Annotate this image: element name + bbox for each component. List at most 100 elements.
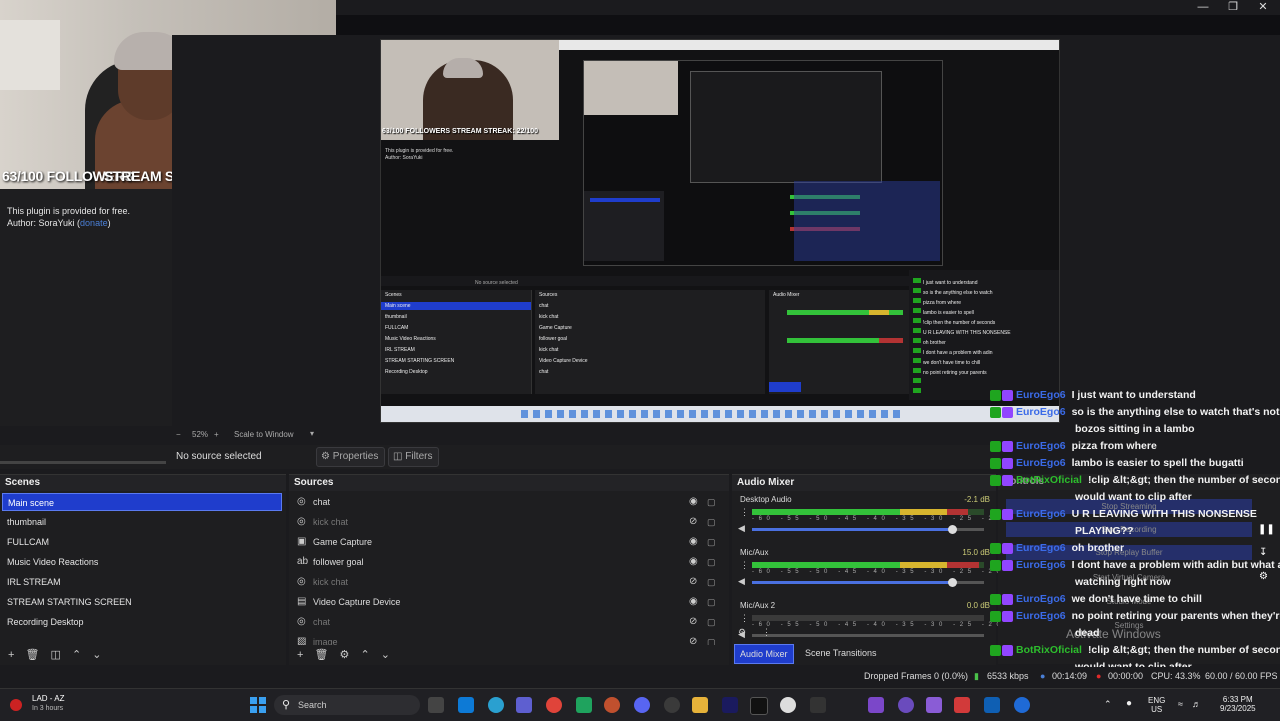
app-icon-9[interactable] — [984, 697, 1000, 713]
gear-icon[interactable]: ⚙ — [340, 645, 350, 665]
app-icon-2[interactable] — [576, 697, 592, 713]
chevron-down-icon[interactable]: ⌄ — [381, 645, 390, 665]
save-replay-icon[interactable]: ↧ — [1259, 547, 1267, 558]
lock-icon[interactable]: ▢ — [707, 573, 716, 591]
channel-menu-icon[interactable]: ⋮ — [740, 507, 749, 518]
channel-menu-icon[interactable]: ⋮ — [740, 613, 749, 624]
zoom-plus-icon[interactable]: + — [214, 430, 219, 439]
speaker-icon[interactable]: ◀ — [738, 523, 745, 534]
discord-icon[interactable] — [634, 697, 650, 713]
volume-slider[interactable] — [752, 525, 984, 534]
chevron-down-icon[interactable]: ▾ — [310, 429, 314, 438]
source-item[interactable]: ◎ chat ◉ ▢ — [289, 493, 723, 511]
zoom-minus-icon[interactable]: − — [176, 430, 181, 439]
wifi-icon[interactable]: ≈ — [1178, 699, 1183, 709]
tiktok-icon[interactable] — [750, 697, 768, 715]
source-item[interactable]: ab follower goal ◉ ▢ — [289, 553, 723, 571]
scene-item[interactable]: IRL STREAM — [2, 573, 282, 591]
clock[interactable]: 6:33 PM 9/23/2025 — [1220, 695, 1256, 713]
minimize-icon[interactable]: — — [1188, 0, 1218, 15]
microphone-icon[interactable]: ● — [1126, 698, 1132, 709]
filter-icon[interactable]: ◫ — [51, 645, 61, 665]
teams-icon[interactable] — [516, 697, 532, 713]
eye-icon[interactable]: ◉ — [689, 533, 698, 551]
task-view-icon[interactable] — [428, 697, 444, 713]
volume-slider[interactable] — [752, 578, 984, 587]
app-icon-6[interactable] — [898, 697, 914, 713]
scale-mode-dropdown[interactable]: Scale to Window — [234, 430, 294, 439]
lock-icon[interactable]: ▢ — [707, 513, 716, 531]
platform-badge-icon — [1002, 508, 1013, 520]
scene-item[interactable]: Main scene — [2, 493, 282, 511]
app-icon-3[interactable] — [604, 697, 620, 713]
chrome-icon[interactable] — [546, 697, 562, 713]
close-icon[interactable]: ✕ — [1248, 0, 1278, 15]
lock-icon[interactable]: ▢ — [707, 593, 716, 611]
lock-icon[interactable]: ▢ — [707, 533, 716, 551]
trash-icon[interactable]: 🗑 — [26, 645, 40, 665]
volume-slider[interactable] — [752, 634, 984, 637]
file-explorer-icon[interactable] — [692, 697, 708, 713]
chevron-up-icon[interactable]: ⌃ — [360, 645, 369, 665]
app-icon-1[interactable] — [458, 697, 474, 713]
properties-button[interactable]: ⚙ Properties — [316, 447, 386, 467]
chat-text: !clip &lt;&gt; then the number of second… — [1087, 644, 1280, 656]
source-item[interactable]: ◎ kick chat ⊘ ▢ — [289, 573, 723, 591]
eye-icon[interactable]: ◉ — [689, 593, 698, 611]
lock-icon[interactable]: ▢ — [707, 493, 716, 511]
donate-link[interactable]: donate — [80, 218, 108, 228]
edge-icon[interactable] — [488, 697, 504, 713]
scene-item[interactable]: Music Video Reactions — [2, 553, 282, 571]
tab-scene-transitions[interactable]: Scene Transitions — [800, 644, 882, 662]
chat-message: EuroEgo6 so is the anything else to watch… — [990, 406, 1280, 423]
speaker-icon[interactable]: ◀ — [738, 576, 745, 587]
capcut-icon[interactable] — [810, 697, 826, 713]
app-icon-4[interactable] — [780, 697, 796, 713]
scene-item[interactable]: Recording Desktop — [2, 613, 282, 631]
add-icon[interactable]: + — [297, 645, 303, 665]
chat-message: EuroEgo6 oh brother — [990, 542, 1124, 559]
eye-hidden-icon[interactable]: ⊘ — [689, 513, 697, 531]
app-icon-7[interactable] — [926, 697, 942, 713]
scene-item[interactable]: STREAM STARTING SCREEN — [2, 593, 282, 611]
channel-menu-icon[interactable]: ⋮ — [740, 560, 749, 571]
mixer-channel-name: Mic/Aux 2 — [740, 601, 776, 610]
app-icon-8[interactable] — [954, 697, 970, 713]
pause-icon[interactable]: ❚❚ — [1258, 524, 1275, 535]
obs-icon[interactable] — [664, 697, 680, 713]
taskbar-search-box[interactable]: ⚲ Search — [274, 695, 420, 715]
tab-audio-mixer[interactable]: Audio Mixer — [734, 644, 794, 664]
plugin-author-text: Author: SoraYuki (donate) — [7, 218, 111, 228]
app-icon-10[interactable] — [1014, 697, 1030, 713]
tray-chevron-icon[interactable]: ⌃ — [1104, 699, 1112, 710]
app-icon-5[interactable] — [868, 697, 884, 713]
scene-item[interactable]: thumbnail — [2, 513, 282, 531]
mixer-channel-name: Desktop Audio — [740, 495, 792, 504]
filters-button[interactable]: ◫ Filters — [388, 447, 440, 467]
more-options-icon[interactable]: ⋮ — [762, 627, 771, 638]
lock-icon[interactable]: ▢ — [707, 553, 716, 571]
eye-hidden-icon[interactable]: ⊘ — [689, 573, 697, 591]
source-item[interactable]: ◎ kick chat ⊘ ▢ — [289, 513, 723, 531]
advanced-audio-icon[interactable]: ⚙ — [738, 627, 746, 638]
weather-icon[interactable] — [10, 699, 22, 711]
mixer-channel-db: 15.0 dB — [962, 548, 990, 557]
scene-item[interactable]: FULLCAM — [2, 533, 282, 551]
game-capture-preview[interactable]: 63/100 FOLLOWERS STREAM STREAK: 22/100 T… — [380, 39, 1060, 423]
source-item[interactable]: ▤ Video Capture Device ◉ ▢ — [289, 593, 723, 611]
eye-icon[interactable]: ◉ — [689, 553, 698, 571]
windows-start-icon[interactable] — [250, 697, 266, 713]
chevron-down-icon[interactable]: ⌄ — [92, 645, 101, 665]
lock-icon[interactable]: ▢ — [707, 613, 716, 631]
volume-icon[interactable]: ♬ — [1192, 699, 1201, 709]
source-item[interactable]: ◎ chat ⊘ ▢ — [289, 613, 723, 631]
eye-icon[interactable]: ◉ — [689, 493, 698, 511]
eye-hidden-icon[interactable]: ⊘ — [689, 613, 697, 631]
add-icon[interactable]: + — [8, 645, 14, 665]
restore-icon[interactable]: ❐ — [1218, 0, 1248, 15]
trash-icon[interactable]: 🗑 — [315, 645, 329, 665]
premiere-icon[interactable] — [722, 697, 738, 713]
source-item[interactable]: ▣ Game Capture ◉ ▢ — [289, 533, 723, 551]
lang-line1: ENG — [1148, 696, 1166, 705]
chevron-up-icon[interactable]: ⌃ — [72, 645, 81, 665]
